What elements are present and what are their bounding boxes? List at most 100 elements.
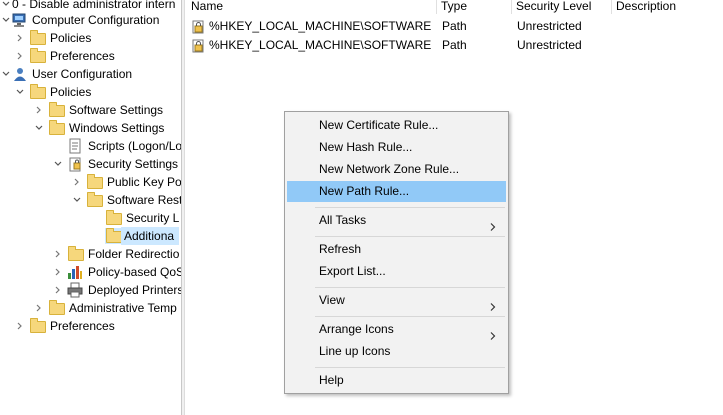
path-rule-icon (191, 37, 207, 53)
cell-type: Path (442, 19, 467, 33)
menu-item-label: View (319, 293, 345, 307)
menu-item-new-network-zone-rule[interactable]: New Network Zone Rule... (287, 159, 506, 180)
chevron-down-icon[interactable] (52, 155, 64, 173)
tree-item-user-preferences[interactable]: Preferences (14, 317, 181, 335)
chevron-down-icon[interactable] (0, 65, 12, 83)
tree-item-folder-redirection[interactable]: Folder Redirectio (52, 245, 181, 263)
security-icon (67, 156, 83, 172)
tree-item-computer-preferences[interactable]: Preferences (14, 47, 181, 65)
menu-item-line-up-icons[interactable]: Line up Icons (287, 341, 506, 362)
column-header-type[interactable]: Type (441, 0, 511, 14)
column-divider[interactable] (611, 0, 612, 14)
column-divider[interactable] (511, 0, 512, 14)
tree-item-deployed-printers[interactable]: Deployed Printers (52, 281, 181, 299)
chevron-right-icon[interactable] (52, 245, 64, 263)
path-rule-icon (191, 18, 207, 34)
menu-item-view[interactable]: View (287, 290, 506, 311)
menu-item-new-certificate-rule[interactable]: New Certificate Rule... (287, 115, 506, 136)
tree-item-public-key-policies[interactable]: Public Key Po (71, 173, 181, 191)
column-divider[interactable] (436, 0, 437, 14)
chevron-down-icon[interactable] (14, 83, 26, 101)
folder-icon (105, 228, 122, 244)
context-menu[interactable]: New Certificate Rule... New Hash Rule...… (284, 111, 509, 394)
tree-item-windows-settings[interactable]: Windows Settings (33, 119, 181, 137)
chevron-right-icon[interactable] (14, 47, 26, 65)
folder-icon (105, 210, 122, 226)
chevron-right-icon[interactable] (14, 317, 26, 335)
menu-item-label: Arrange Icons (319, 322, 394, 336)
menu-item-label: New Hash Rule... (319, 140, 413, 154)
menu-item-all-tasks[interactable]: All Tasks (287, 210, 506, 231)
tree-item-label: Policies (50, 31, 92, 45)
tree-item-label: Deployed Printers (88, 283, 181, 297)
chevron-right-icon[interactable] (33, 299, 45, 317)
menu-separator (315, 316, 505, 317)
tree-item-policy-based-qos[interactable]: Policy-based QoS (52, 263, 181, 281)
menu-item-label: Refresh (319, 242, 362, 256)
tree-item-user-policies[interactable]: Policies (14, 83, 181, 101)
submenu-arrow-icon (490, 217, 496, 238)
user-icon (12, 66, 28, 82)
tree-item-software-restriction-policies[interactable]: Software Rest (71, 191, 181, 209)
menu-item-export-list[interactable]: Export List... (287, 261, 506, 282)
chevron-right-icon[interactable] (33, 101, 45, 119)
tree-item-computer-configuration[interactable]: Computer Configuration (0, 11, 181, 29)
cell-security-level: Unrestricted (517, 38, 582, 52)
menu-item-label: Export List... (319, 264, 386, 278)
tree-item-security-settings[interactable]: Security Settings (52, 155, 181, 173)
tree-item-security-levels[interactable]: Security L (90, 209, 181, 227)
tree-item-user-configuration[interactable]: User Configuration (0, 65, 181, 83)
chevron-right-icon[interactable] (52, 263, 64, 281)
tree-item-label: Software Rest (107, 193, 181, 207)
chart-icon (67, 264, 83, 280)
column-header-description[interactable]: Description (616, 0, 716, 14)
tree-item-label: Additiona (121, 227, 180, 245)
chevron-down-icon[interactable] (33, 119, 45, 137)
chevron-right-icon[interactable] (52, 281, 64, 299)
tree-item-label: Preferences (50, 49, 115, 63)
computer-icon (12, 12, 28, 28)
tree-item-label: Software Settings (69, 103, 164, 117)
tree-item-label: User Configuration (32, 67, 133, 81)
tree-item-computer-policies[interactable]: Policies (14, 29, 181, 47)
menu-item-new-path-rule[interactable]: New Path Rule... (287, 181, 506, 202)
tree-item-label: Computer Configuration (32, 13, 160, 27)
chevron-down-icon[interactable] (71, 191, 83, 209)
menu-item-help[interactable]: Help (287, 370, 506, 391)
folder-icon (67, 246, 84, 262)
menu-item-arrange-icons[interactable]: Arrange Icons (287, 319, 506, 340)
column-header-name[interactable]: Name (191, 0, 431, 14)
table-row[interactable]: %HKEY_LOCAL_MACHINE\SOFTWARE\... Path Un… (185, 17, 723, 35)
tree-item-scripts[interactable]: Scripts (Logon/Lo (52, 137, 181, 155)
chevron-right-icon[interactable] (71, 173, 83, 191)
menu-separator (315, 236, 505, 237)
menu-item-refresh[interactable]: Refresh (287, 239, 506, 260)
menu-separator (315, 207, 505, 208)
tree-item-administrative-templates[interactable]: Administrative Temp (33, 299, 181, 317)
cell-security-level: Unrestricted (517, 19, 582, 33)
tree-item-label: Security Settings (88, 157, 179, 171)
folder-icon (86, 174, 103, 190)
menu-item-new-hash-rule[interactable]: New Hash Rule... (287, 137, 506, 158)
folder-icon (48, 120, 65, 136)
menu-item-label: Line up Icons (319, 344, 391, 358)
table-row[interactable]: %HKEY_LOCAL_MACHINE\SOFTWARE\... Path Un… (185, 36, 723, 54)
tree-item-additional-rules[interactable]: Additiona (90, 227, 181, 245)
tree-item-label: Preferences (50, 319, 115, 333)
cell-type: Path (442, 38, 467, 52)
menu-separator (315, 287, 505, 288)
menu-item-label: New Network Zone Rule... (319, 162, 460, 176)
folder-icon (48, 300, 65, 316)
chevron-right-icon[interactable] (14, 29, 26, 47)
tree-item-label: Policy-based QoS (88, 265, 181, 279)
script-icon (67, 138, 83, 154)
folder-icon (29, 48, 46, 64)
console-tree[interactable]: 0 - Disable administrator intern Compute… (0, 0, 181, 415)
tree-item-software-settings[interactable]: Software Settings (33, 101, 181, 119)
column-header-security-level[interactable]: Security Level (516, 0, 611, 14)
printer-icon (67, 282, 83, 298)
cell-description (617, 17, 717, 35)
menu-separator (315, 367, 505, 368)
menu-item-label: Help (319, 373, 344, 387)
chevron-down-icon[interactable] (0, 11, 12, 29)
